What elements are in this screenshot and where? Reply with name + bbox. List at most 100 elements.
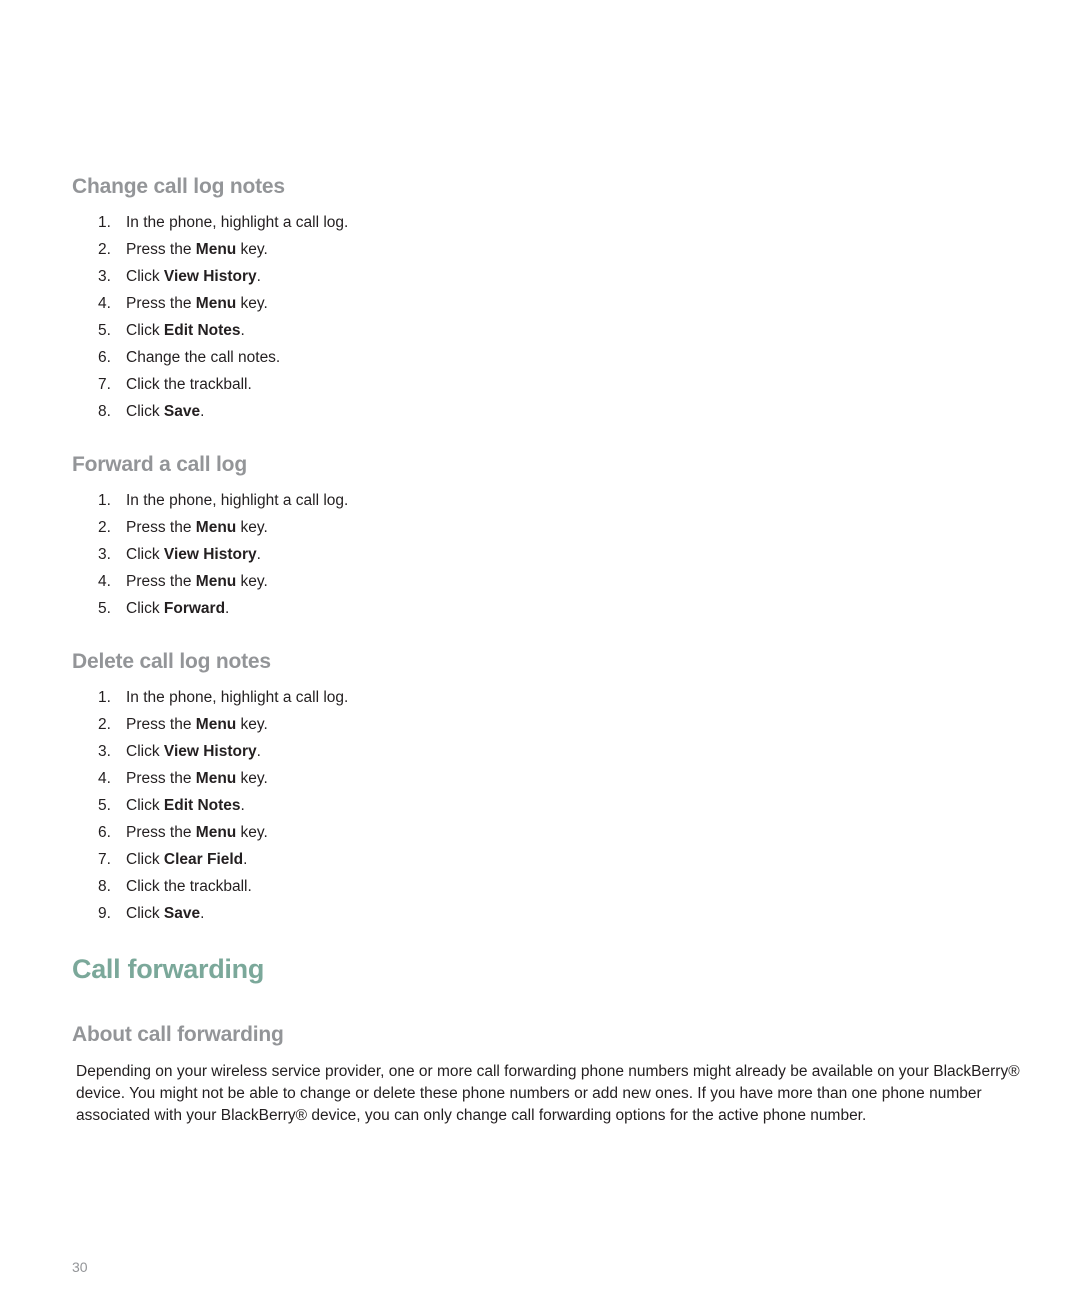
step-text-post: key. (236, 295, 268, 312)
step-ui-term: Menu (195, 295, 237, 312)
step-ui-term: Save (163, 403, 201, 420)
step-number: 7. (98, 851, 111, 868)
step-number: 2. (98, 519, 111, 536)
step-text: Click the trackball. (126, 873, 252, 900)
step-number: 9. (98, 905, 111, 922)
about-paragraph: Depending on your wireless service provi… (76, 1061, 1036, 1127)
step-text-post: . (256, 268, 261, 285)
step-item: 1. In the phone, highlight a call log. (96, 487, 348, 514)
step-ui-term: Menu (195, 770, 237, 787)
step-text: Press the Menu key. (126, 765, 268, 792)
step-text: Click Edit Notes. (126, 317, 245, 344)
step-text: Press the Menu key. (126, 514, 268, 541)
step-ui-term: View History (163, 546, 257, 563)
step-item: 7. Click Clear Field. (96, 846, 348, 873)
step-text: Press the Menu key. (126, 819, 268, 846)
step-number: 4. (98, 770, 111, 787)
step-item: 5. Click Forward. (96, 595, 348, 622)
step-text: Click Save. (126, 900, 204, 927)
step-item: 4. Press the Menu key. (96, 568, 348, 595)
step-item: 3. Click View History. (96, 263, 348, 290)
step-text: Click Clear Field. (126, 846, 247, 873)
step-text: In the phone, highlight a call log. (126, 684, 348, 711)
step-ui-term: Save (163, 905, 201, 922)
step-text-pre: Press the (126, 295, 196, 312)
step-ui-term: Menu (195, 519, 237, 536)
step-text-pre: Click (126, 797, 164, 814)
steps-list-change-call-log-notes: 1. In the phone, highlight a call log. 2. P… (96, 209, 348, 425)
step-number: 2. (98, 241, 111, 258)
step-number: 5. (98, 797, 111, 814)
about-line: Depending on your wireless service provi… (76, 1063, 1020, 1080)
step-item: 4. Press the Menu key. (96, 290, 348, 317)
step-text-pre: Press the (126, 824, 196, 841)
step-text: Click View History. (126, 541, 261, 568)
step-text-post: . (256, 546, 261, 563)
step-number: 8. (98, 403, 111, 420)
step-ui-term: Forward (163, 600, 226, 617)
step-ui-term: Menu (195, 241, 237, 258)
step-text-post: . (200, 403, 205, 420)
step-number: 1. (98, 492, 111, 509)
step-number: 5. (98, 322, 111, 339)
step-text-pre: Click (126, 600, 164, 617)
step-text-pre: In the phone, highlight a call log. (126, 214, 349, 231)
step-text-pre: Click (126, 743, 164, 760)
step-text-pre: Click the trackball. (126, 376, 252, 393)
step-text: Press the Menu key. (126, 236, 268, 263)
step-text-pre: Click (126, 905, 164, 922)
about-line: associated with your BlackBerry® device,… (76, 1107, 867, 1124)
step-text: Click Edit Notes. (126, 792, 245, 819)
step-number: 6. (98, 824, 111, 841)
step-number: 4. (98, 295, 111, 312)
step-text: Click View History. (126, 738, 261, 765)
step-number: 6. (98, 349, 111, 366)
step-number: 1. (98, 689, 111, 706)
step-ui-term: Edit Notes (163, 797, 241, 814)
step-item: 5. Click Edit Notes. (96, 792, 348, 819)
step-ui-term: Edit Notes (163, 322, 241, 339)
step-number: 4. (98, 573, 111, 590)
step-number: 3. (98, 743, 111, 760)
step-item: 3. Click View History. (96, 541, 348, 568)
step-item: 6. Press the Menu key. (96, 819, 348, 846)
step-item: 6. Change the call notes. (96, 344, 348, 371)
step-text-pre: Click the trackball. (126, 878, 252, 895)
step-item: 8. Click the trackball. (96, 873, 348, 900)
step-text: In the phone, highlight a call log. (126, 487, 348, 514)
step-text-pre: In the phone, highlight a call log. (126, 492, 349, 509)
step-number: 1. (98, 214, 111, 231)
step-text-post: key. (236, 770, 268, 787)
step-ui-term: Menu (195, 716, 237, 733)
step-ui-term: Menu (195, 573, 237, 590)
step-text-pre: Press the (126, 770, 196, 787)
step-text: Click Forward. (126, 595, 229, 622)
step-item: 2. Press the Menu key. (96, 514, 348, 541)
step-text: Click Save. (126, 398, 204, 425)
step-ui-term: View History (163, 268, 257, 285)
step-text-pre: Click (126, 322, 164, 339)
step-text-pre: Press the (126, 519, 196, 536)
step-text-post: . (256, 743, 261, 760)
step-item: 4. Press the Menu key. (96, 765, 348, 792)
about-line: device. You might not be able to change … (76, 1085, 982, 1102)
step-text-pre: Press the (126, 241, 196, 258)
steps-list-forward-a-call-log: 1. In the phone, highlight a call log. 2. P… (96, 487, 348, 622)
page-number: 30 (72, 1259, 88, 1275)
step-text-pre: In the phone, highlight a call log. (126, 689, 349, 706)
chapter-title: Call forwarding (72, 954, 265, 984)
step-text-post: key. (236, 824, 268, 841)
step-text-post: key. (236, 519, 268, 536)
step-item: 2. Press the Menu key. (96, 711, 348, 738)
step-item: 3. Click View History. (96, 738, 348, 765)
step-text-post: . (200, 905, 205, 922)
step-item: 5. Click Edit Notes. (96, 317, 348, 344)
step-item: 1. In the phone, highlight a call log. (96, 209, 348, 236)
step-text-post: . (243, 851, 248, 868)
section-heading-forward-a-call-log: Forward a call log (72, 453, 247, 476)
step-ui-term: Clear Field (163, 851, 244, 868)
step-number: 2. (98, 716, 111, 733)
step-item: 8. Click Save. (96, 398, 348, 425)
step-item: 2. Press the Menu key. (96, 236, 348, 263)
step-number: 8. (98, 878, 111, 895)
